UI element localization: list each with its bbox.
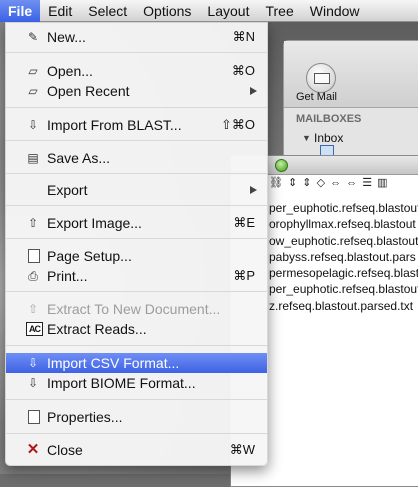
menu-item-label: New... <box>47 29 86 45</box>
get-mail-icon[interactable] <box>306 63 336 93</box>
menu-separator <box>6 205 267 206</box>
file-menu: ✎ New... ⌘N ▱ Open... ⌘O ▱ Open Recent ⇩… <box>5 22 268 466</box>
menu-separator <box>6 399 267 400</box>
import-icon: ⇩ <box>27 356 39 370</box>
list-item[interactable]: pabyss.refseq.blastout.pars <box>269 249 418 265</box>
menu-item-label: Page Setup... <box>47 248 132 264</box>
menu-layout[interactable]: Layout <box>199 0 257 22</box>
import-icon: ⇩ <box>27 376 39 390</box>
list-item[interactable]: per_euphotic.refseq.blastout <box>269 281 418 297</box>
menu-select[interactable]: Select <box>80 0 135 22</box>
menu-item-label: Save As... <box>47 150 111 166</box>
menu-item-print[interactable]: ⎙ Print... ⌘P <box>6 266 267 286</box>
menu-separator <box>6 52 267 53</box>
import-icon: ⇩ <box>27 118 39 132</box>
list-item[interactable]: z.refseq.blastout.parsed.txt <box>269 298 418 314</box>
shortcut-label: ⌘N <box>232 29 255 44</box>
menu-item-open[interactable]: ▱ Open... ⌘O <box>6 61 267 81</box>
menu-item-label: Extract Reads... <box>47 321 147 337</box>
menu-item-label: Open Recent <box>47 83 130 99</box>
menu-item-label: Print... <box>47 268 88 284</box>
new-document-icon: ✎ <box>27 30 39 44</box>
document-toolbar-icons[interactable]: ⛓ ⇕ ⇕ ◇ ⇔ ⇔ ☰ ▥ <box>269 176 389 189</box>
menu-window[interactable]: Window <box>302 0 368 22</box>
menu-item-page-setup[interactable]: Page Setup... <box>6 246 267 266</box>
extract-icon: ⇧ <box>27 302 39 316</box>
save-icon: ▤ <box>27 151 39 165</box>
shortcut-label: ⌘E <box>233 215 255 230</box>
list-item[interactable]: ow_euphotic.refseq.blastout <box>269 233 418 249</box>
menu-item-export[interactable]: Export <box>6 180 267 200</box>
get-mail-label[interactable]: Get Mail <box>296 91 337 103</box>
inbox-item[interactable]: Inbox <box>314 131 343 145</box>
menu-separator <box>6 433 267 434</box>
submenu-arrow-icon <box>250 186 257 194</box>
menu-file[interactable]: File <box>0 0 41 22</box>
menu-item-properties[interactable]: Properties... <box>6 407 267 427</box>
shortcut-label: ⌘O <box>231 63 255 78</box>
menu-item-extract-reads[interactable]: AC Extract Reads... <box>6 319 267 339</box>
zoom-button[interactable] <box>275 159 288 172</box>
page-icon <box>28 249 40 263</box>
ac-reads-icon: AC <box>26 322 43 336</box>
menu-separator <box>6 107 267 108</box>
disclosure-triangle-icon[interactable]: ▼ <box>302 133 311 143</box>
menu-item-save-as[interactable]: ▤ Save As... <box>6 148 267 168</box>
menu-tree[interactable]: Tree <box>257 0 301 22</box>
menu-item-open-recent[interactable]: ▱ Open Recent <box>6 81 267 101</box>
list-item[interactable]: orophyllmax.refseq.blastout <box>269 216 418 232</box>
file-list: per_euphotic.refseq.blastout orophyllmax… <box>269 200 418 314</box>
close-icon: ✕ <box>26 441 40 458</box>
submenu-arrow-icon <box>250 87 257 95</box>
menu-separator <box>6 140 267 141</box>
menu-item-import-blast[interactable]: ⇩ Import From BLAST... ⇧⌘O <box>6 115 267 135</box>
list-item[interactable]: per_euphotic.refseq.blastout <box>269 200 418 216</box>
menu-item-label: Import CSV Format... <box>47 355 180 371</box>
menu-item-import-biome[interactable]: ⇩ Import BIOME Format... <box>6 373 267 393</box>
menu-item-label: Close <box>47 442 83 458</box>
export-icon: ⇧ <box>27 216 39 230</box>
menu-item-label: Export <box>47 182 88 198</box>
menu-item-import-csv[interactable]: ⇩ Import CSV Format... <box>6 353 267 373</box>
menu-item-label: Properties... <box>47 409 123 425</box>
shortcut-label: ⌘P <box>233 268 255 283</box>
menu-separator <box>6 238 267 239</box>
menu-options[interactable]: Options <box>135 0 199 22</box>
list-item[interactable]: permesopelagic.refseq.blastou <box>269 265 418 281</box>
folder-icon: ▱ <box>28 64 38 78</box>
menu-item-close[interactable]: ✕ Close ⌘W <box>6 440 267 460</box>
menu-edit[interactable]: Edit <box>40 0 80 22</box>
shortcut-label: ⌘W <box>229 442 255 457</box>
mail-toolbar: Get Mail <box>284 41 418 108</box>
printer-icon: ⎙ <box>28 269 38 283</box>
menu-item-label: Import BIOME Format... <box>47 375 196 391</box>
menu-item-label: Open... <box>47 63 93 79</box>
folder-icon: ▱ <box>28 84 38 98</box>
menu-item-new[interactable]: ✎ New... ⌘N <box>6 27 267 47</box>
properties-icon <box>28 410 40 424</box>
mailboxes-header: MAILBOXES <box>296 113 362 125</box>
menu-item-label: Import From BLAST... <box>47 117 182 133</box>
menu-item-label: Export Image... <box>47 215 142 231</box>
menu-item-extract-document: ⇧ Extract To New Document... <box>6 299 267 319</box>
menu-separator <box>6 345 267 346</box>
menu-item-label: Extract To New Document... <box>47 301 221 317</box>
menu-item-export-image[interactable]: ⇧ Export Image... ⌘E <box>6 213 267 233</box>
menu-separator <box>6 291 267 292</box>
menu-bar: File Edit Select Options Layout Tree Win… <box>0 0 418 22</box>
shortcut-label: ⇧⌘O <box>220 117 255 132</box>
menu-separator <box>6 173 267 174</box>
